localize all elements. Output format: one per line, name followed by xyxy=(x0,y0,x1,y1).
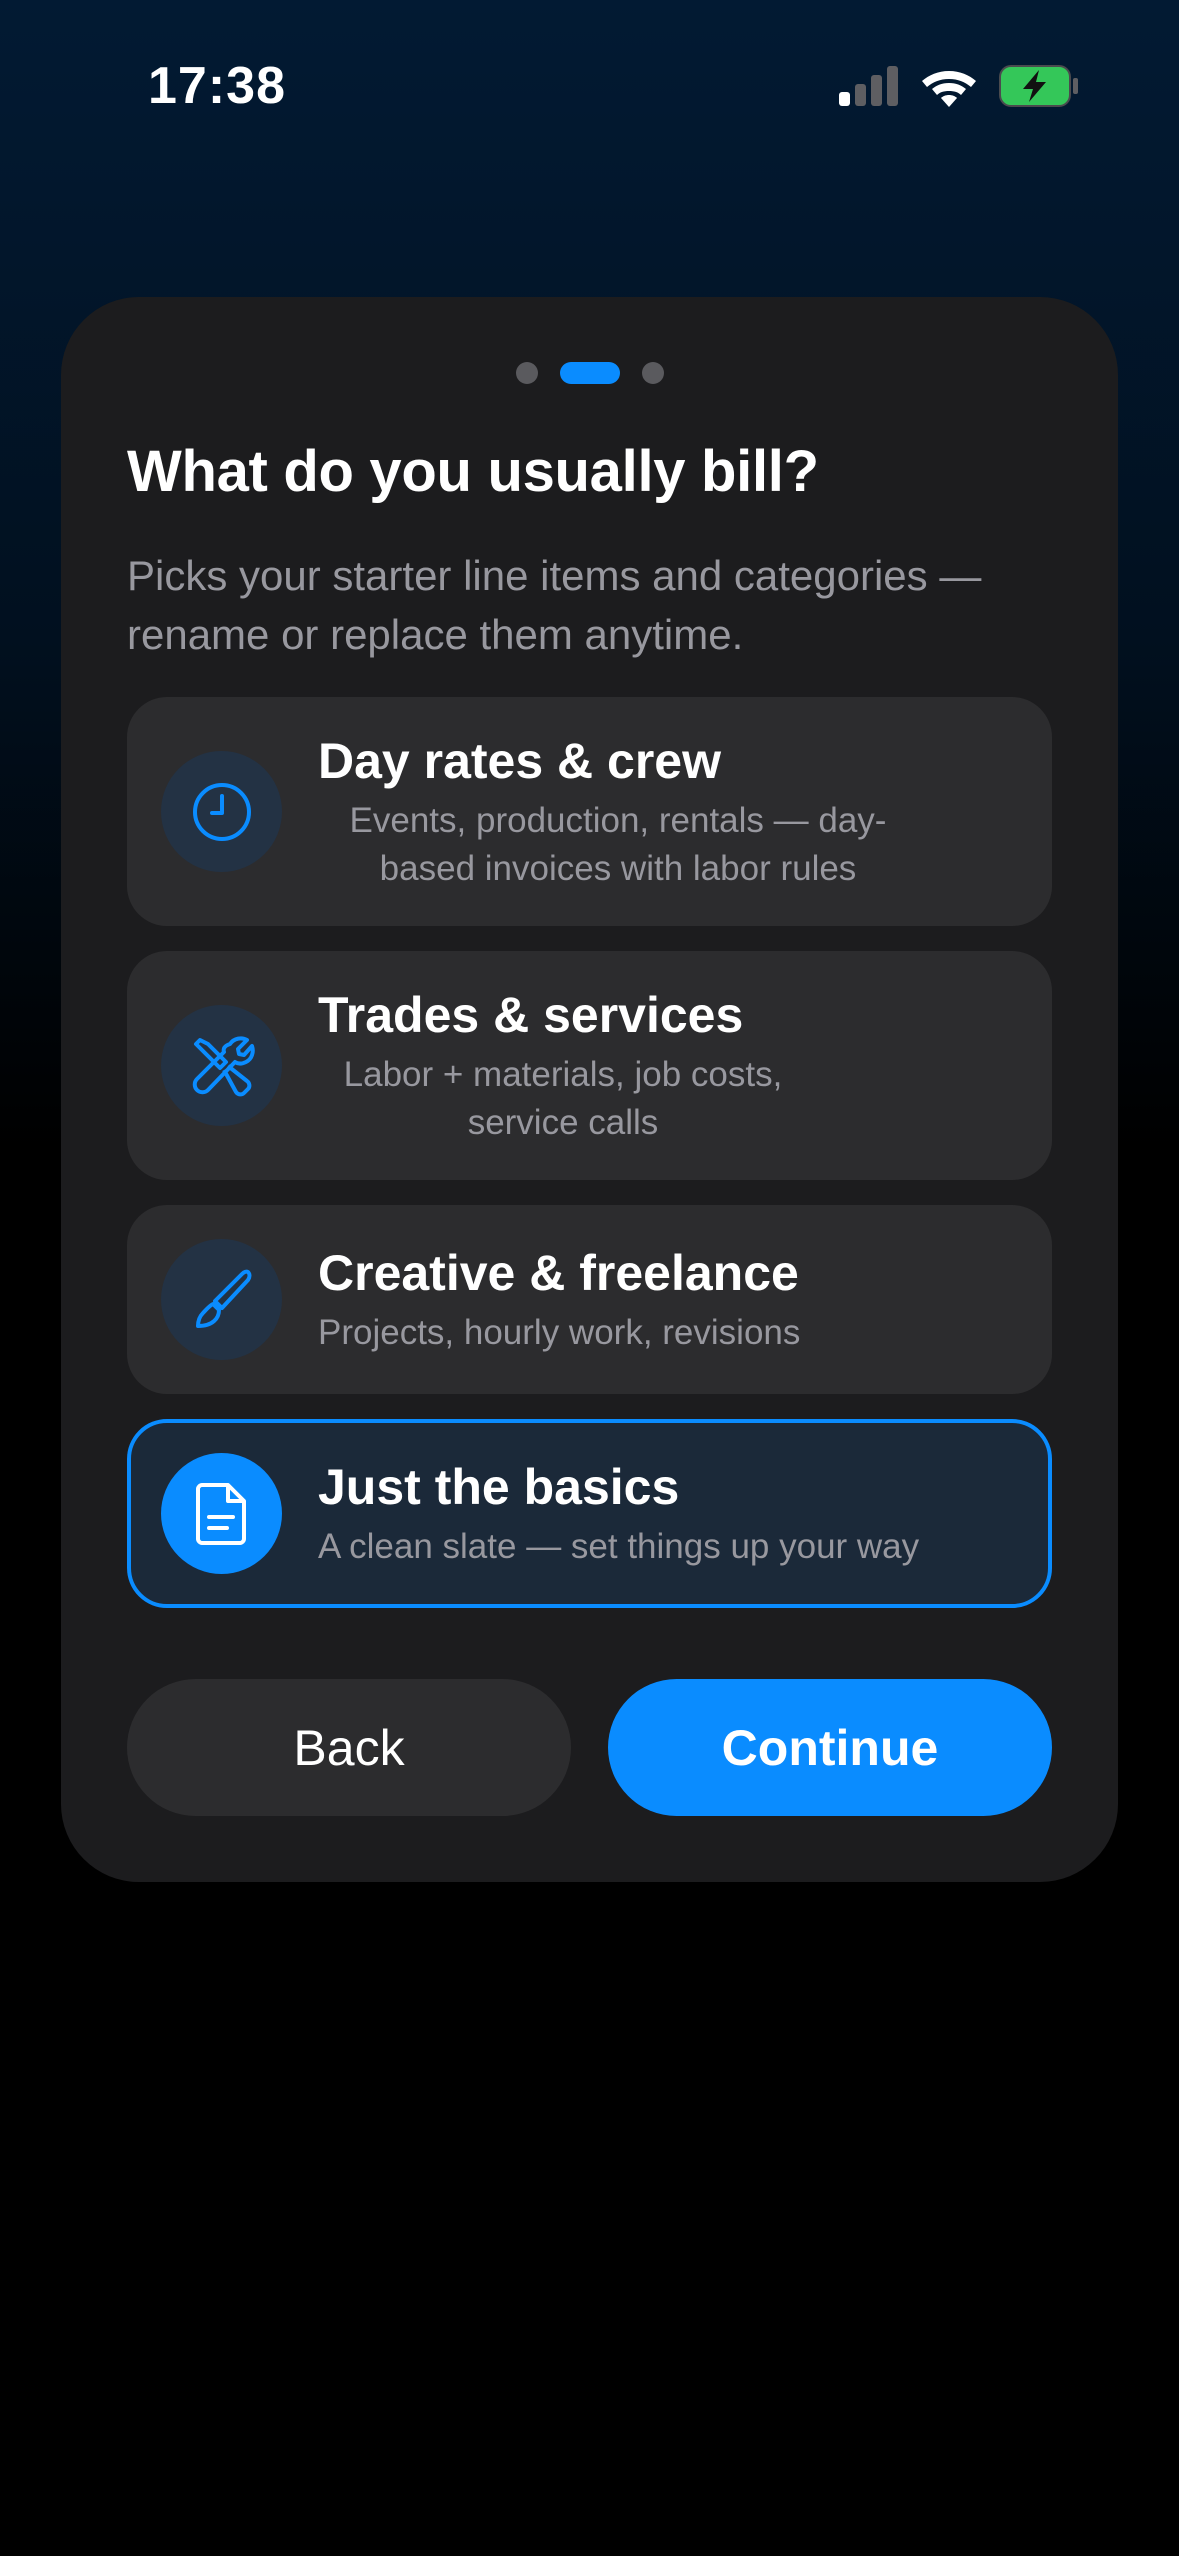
continue-button[interactable]: Continue xyxy=(608,1679,1052,1816)
option-title: Day rates & crew xyxy=(318,732,722,789)
page-indicator xyxy=(0,362,1179,384)
option-title: Just the basics xyxy=(318,1458,680,1515)
option-description: Projects, hourly work, revisions xyxy=(318,1312,801,1352)
status-time: 17:38 xyxy=(148,57,286,115)
page-dot-1 xyxy=(515,362,538,384)
option-description: Labor + materials, job costs, service ca… xyxy=(343,1054,783,1142)
page-dot-2-active xyxy=(559,362,620,384)
option-trades-services[interactable]: Trades & services Labor + materials, job… xyxy=(127,951,1052,1180)
option-just-the-basics[interactable]: Just the basics A clean slate — set thin… xyxy=(127,1419,1052,1608)
option-title: Trades & services xyxy=(318,986,744,1043)
status-bar: 17:38 xyxy=(0,0,1179,180)
clock-icon xyxy=(192,782,251,841)
option-description: Events, production, rentals — day-based … xyxy=(349,800,887,888)
option-day-rates-crew[interactable]: Day rates & crew Events, production, ren… xyxy=(127,697,1052,926)
option-text: Trades & services Labor + materials, job… xyxy=(318,985,1018,1147)
back-button[interactable]: Back xyxy=(127,1679,571,1816)
cellular-signal-icon xyxy=(839,66,898,106)
page-dot-3 xyxy=(641,362,664,384)
tools-icon xyxy=(192,1035,255,1096)
option-text: Creative & freelance Projects, hourly wo… xyxy=(318,1243,1018,1357)
status-icons xyxy=(839,62,1079,110)
document-icon xyxy=(195,1482,246,1545)
option-icon-wrap xyxy=(161,751,282,872)
battery-charging-icon xyxy=(999,65,1078,107)
page-title: What do you usually bill? xyxy=(127,439,819,504)
option-icon-wrap xyxy=(161,1453,282,1574)
option-description: A clean slate — set things up your way xyxy=(318,1526,920,1566)
option-icon-wrap xyxy=(161,1239,282,1360)
option-creative-freelance[interactable]: Creative & freelance Projects, hourly wo… xyxy=(127,1205,1052,1394)
option-title: Creative & freelance xyxy=(318,1244,799,1301)
option-icon-wrap xyxy=(161,1005,282,1126)
paintbrush-icon xyxy=(195,1269,251,1328)
option-text: Day rates & crew Events, production, ren… xyxy=(318,731,1018,893)
option-text: Just the basics A clean slate — set thin… xyxy=(318,1457,1018,1571)
wifi-icon xyxy=(922,71,976,107)
page-subtitle: Picks your starter line items and catego… xyxy=(127,552,982,658)
